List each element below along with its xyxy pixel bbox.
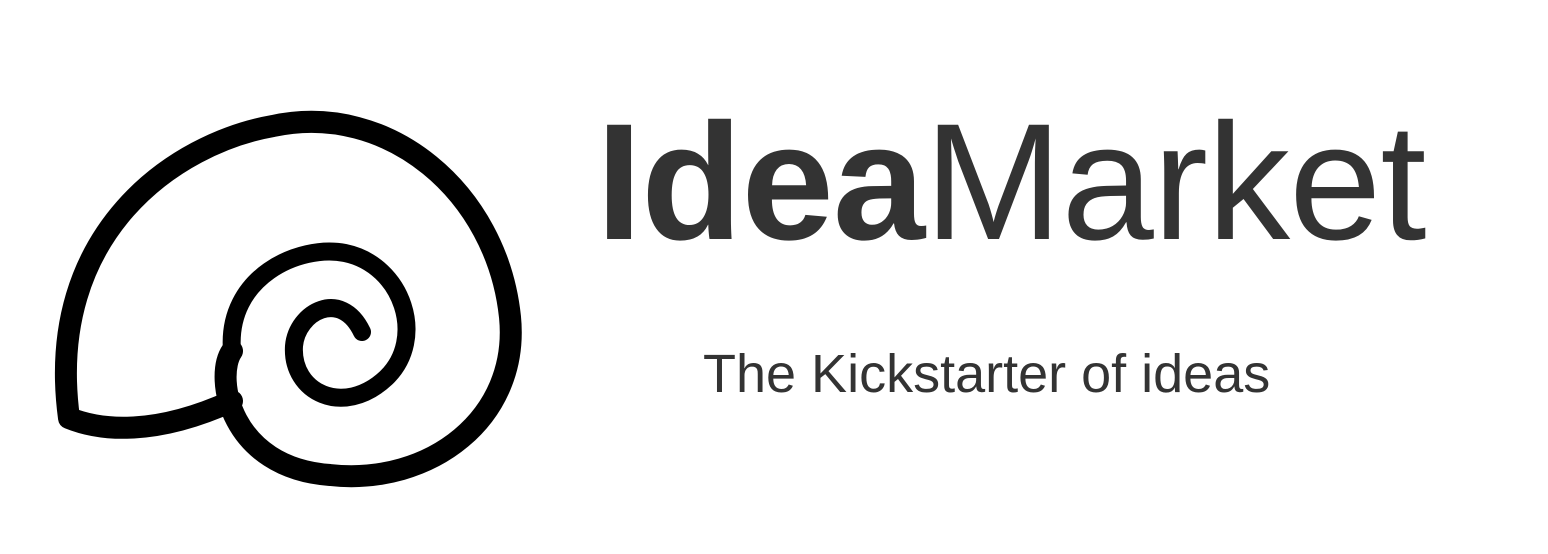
snail-shell-spiral-icon xyxy=(54,110,522,488)
page: IdeaMarket The Kickstarter of ideas xyxy=(0,0,1548,554)
tagline: The Kickstarter of ideas xyxy=(703,344,1271,404)
shell-inner-spiral xyxy=(222,242,416,407)
brand-name: IdeaMarket xyxy=(596,100,1427,266)
brand-name-idea: Idea xyxy=(596,90,925,275)
brand-name-market: Market xyxy=(924,90,1426,275)
shell-outer-spiral xyxy=(54,110,522,488)
